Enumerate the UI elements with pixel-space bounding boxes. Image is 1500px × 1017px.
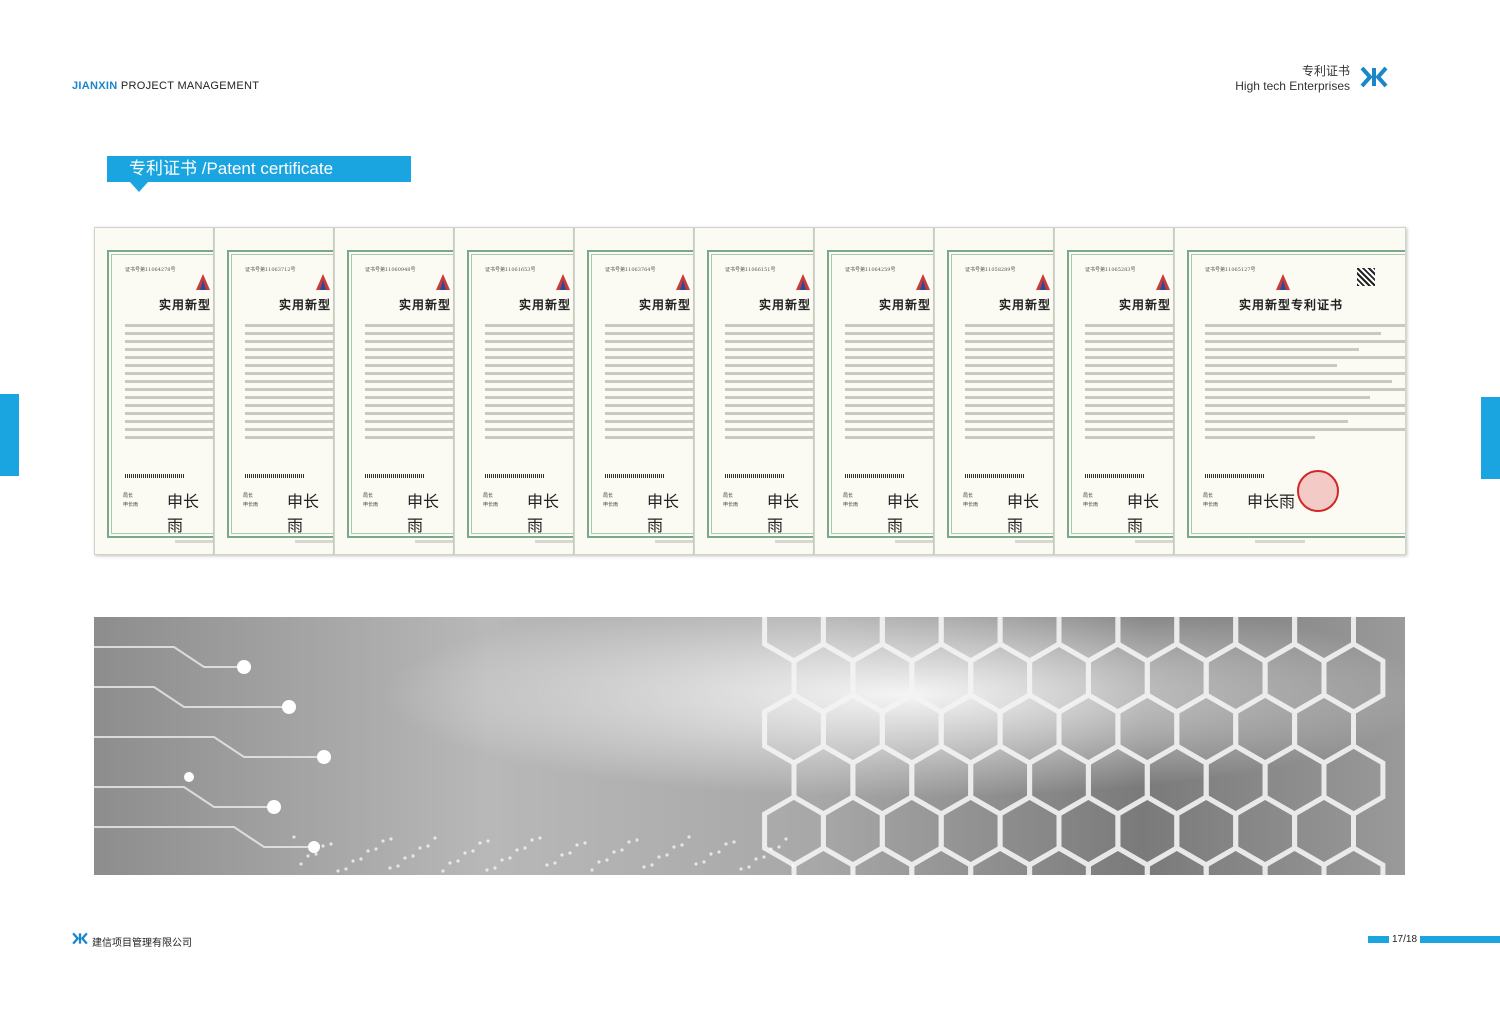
header-right: 专利证书 High tech Enterprises — [1235, 64, 1350, 94]
sign-label-1: 局长 — [243, 493, 254, 499]
barcode — [245, 474, 305, 478]
patent-certificate: 证书号第11066151号 实用新型 局长 申长雨 申长雨 — [694, 227, 814, 555]
emblem-icon — [1036, 274, 1050, 290]
official-seal-icon — [1297, 470, 1339, 512]
emblem-icon — [796, 274, 810, 290]
sign-label-1: 局长 — [483, 493, 494, 499]
certificate-number: 证书号第11065283号 — [1085, 267, 1136, 273]
barcode — [1085, 474, 1145, 478]
footer-company-name: 建信项目管理有限公司 — [92, 938, 192, 949]
emblem-icon — [556, 274, 570, 290]
sign-label-2: 申长雨 — [723, 502, 739, 508]
certificate-title: 实用新型 — [399, 298, 452, 312]
barcode — [125, 474, 185, 478]
emblem-icon — [916, 274, 930, 290]
sign-label-2: 申长雨 — [843, 502, 859, 508]
header-right-line1: 专利证书 — [1301, 64, 1350, 78]
sign-label-2: 申长雨 — [123, 502, 139, 508]
patent-certificate: 证书号第11058289号 实用新型 局长 申长雨 申长雨 — [934, 227, 1054, 555]
certificate-number: 证书号第11064259号 — [845, 267, 896, 273]
barcode — [725, 474, 785, 478]
barcode — [485, 474, 545, 478]
certificate-number: 证书号第11063712号 — [245, 267, 296, 273]
emblem-icon — [1156, 274, 1170, 290]
sign-label-2: 申长雨 — [363, 502, 379, 508]
signature: 申长雨 — [287, 492, 320, 535]
sign-label-1: 局长 — [1203, 493, 1214, 499]
company-logo-icon — [1360, 66, 1388, 88]
brand-title: JIANXIN PROJECT MANAGEMENT — [72, 80, 259, 92]
signature: 申长雨 — [647, 492, 680, 535]
signature: 申长雨 — [1247, 492, 1296, 511]
emblem-icon — [436, 274, 450, 290]
signature: 申长雨 — [1127, 492, 1160, 535]
certificate-number: 证书号第11061653号 — [485, 267, 536, 273]
page-indicator-bar — [1368, 936, 1500, 943]
sign-label-1: 局长 — [843, 493, 854, 499]
certificate-title: 实用新型专利证书 — [1239, 298, 1344, 312]
sign-label-1: 局长 — [723, 493, 734, 499]
certificate-title: 实用新型 — [639, 298, 692, 312]
certificate-title: 实用新型 — [159, 298, 212, 312]
sign-label-2: 申长雨 — [963, 502, 979, 508]
certificate-title: 实用新型 — [1119, 298, 1172, 312]
section-title-pointer — [130, 182, 148, 192]
sign-label-2: 申长雨 — [603, 502, 619, 508]
patent-certificate: 证书号第11064259号 实用新型 局长 申长雨 申长雨 — [814, 227, 934, 555]
emblem-icon — [1276, 274, 1290, 290]
sign-label-1: 局长 — [363, 493, 374, 499]
sign-label-2: 申长雨 — [1083, 502, 1099, 508]
signature: 申长雨 — [887, 492, 920, 535]
sign-label-1: 局长 — [123, 493, 134, 499]
barcode — [965, 474, 1025, 478]
tech-banner-image — [94, 617, 1405, 875]
certificate-title: 实用新型 — [519, 298, 572, 312]
right-side-tab — [1481, 397, 1500, 479]
qr-code-icon — [1357, 268, 1375, 286]
brand-strong: JIANXIN — [72, 80, 118, 92]
signature: 申长雨 — [527, 492, 560, 535]
emblem-icon — [676, 274, 690, 290]
header-right-line2: High tech Enterprises — [1235, 79, 1350, 93]
left-side-tab — [0, 394, 19, 476]
sign-label-1: 局长 — [603, 493, 614, 499]
barcode — [605, 474, 665, 478]
patent-certificate: 证书号第11065283号 实用新型 局长 申长雨 申长雨 — [1054, 227, 1174, 555]
barcode — [1205, 474, 1265, 478]
certificate-title: 实用新型 — [759, 298, 812, 312]
patent-certificate: 证书号第11065127号 实用新型专利证书 局长 申长雨 申长雨 — [1174, 227, 1406, 555]
certificate-number: 证书号第11066151号 — [725, 267, 776, 273]
emblem-icon — [316, 274, 330, 290]
certificate-number: 证书号第11058289号 — [965, 267, 1016, 273]
barcode — [845, 474, 905, 478]
patent-certificate: 证书号第11061653号 实用新型 局长 申长雨 申长雨 — [454, 227, 574, 555]
signature: 申长雨 — [407, 492, 440, 535]
sign-label-1: 局长 — [1083, 493, 1094, 499]
patent-certificate: 证书号第11063712号 实用新型 局长 申长雨 申长雨 — [214, 227, 334, 555]
sign-label-2: 申长雨 — [483, 502, 499, 508]
certificate-title: 实用新型 — [279, 298, 332, 312]
signature: 申长雨 — [167, 492, 200, 535]
patent-certificate: 证书号第11064278号 实用新型 局长 申长雨 申长雨 — [94, 227, 214, 555]
certificate-title: 实用新型 — [879, 298, 932, 312]
barcode — [365, 474, 425, 478]
brand-rest: PROJECT MANAGEMENT — [120, 80, 260, 92]
certificate-title: 实用新型 — [999, 298, 1052, 312]
signature: 申长雨 — [1007, 492, 1040, 535]
certificate-number: 证书号第11065127号 — [1205, 267, 1256, 273]
sign-label-2: 申长雨 — [1203, 502, 1219, 508]
signature: 申长雨 — [767, 492, 800, 535]
footer-logo-icon — [72, 932, 88, 945]
certificate-number: 证书号第11063764号 — [605, 267, 656, 273]
section-title: 专利证书 /Patent certificate — [107, 156, 411, 182]
patent-certificate: 证书号第11060948号 实用新型 局长 申长雨 申长雨 — [334, 227, 454, 555]
emblem-icon — [196, 274, 210, 290]
certificate-number: 证书号第11060948号 — [365, 267, 416, 273]
page-number: 17/18 — [1389, 934, 1421, 945]
patent-certificate: 证书号第11063764号 实用新型 局长 申长雨 申长雨 — [574, 227, 694, 555]
certificate-number: 证书号第11064278号 — [125, 267, 176, 273]
sign-label-2: 申长雨 — [243, 502, 259, 508]
sign-label-1: 局长 — [963, 493, 974, 499]
